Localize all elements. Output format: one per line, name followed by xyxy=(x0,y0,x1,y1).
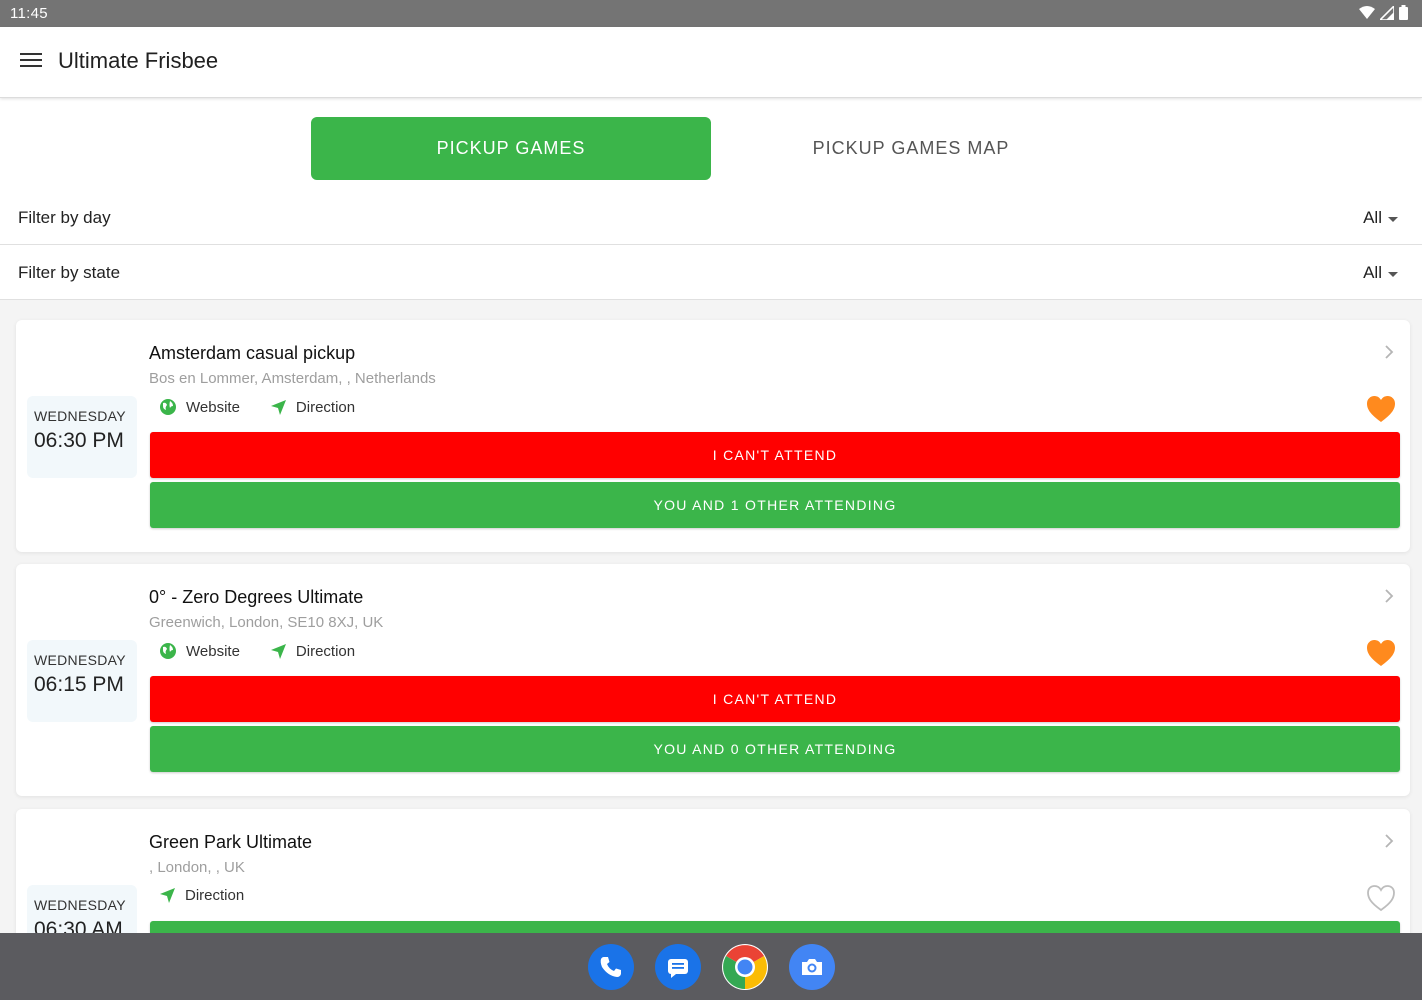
filter-by-day-value: All xyxy=(1363,208,1382,227)
filter-by-state-label: Filter by state xyxy=(18,263,121,282)
filter-by-day-label: Filter by day xyxy=(18,208,111,227)
app-title: Ultimate Frisbee xyxy=(58,48,219,73)
website-link[interactable]: Website xyxy=(159,642,240,660)
direction-label: Direction xyxy=(295,642,356,660)
globe-icon xyxy=(160,643,176,659)
cant-attend-button[interactable]: I CAN'T ATTEND xyxy=(150,432,1400,478)
game-address: Greenwich, London, SE10 8XJ, UK xyxy=(149,614,384,631)
game-card[interactable]: WEDNESDAY 06:30 PM Amsterdam casual pick… xyxy=(16,320,1410,552)
filter-by-day-dropdown[interactable]: All xyxy=(1363,208,1398,228)
caret-down-icon xyxy=(1388,216,1398,222)
filter-by-state-dropdown[interactable]: All xyxy=(1363,263,1398,283)
game-title: Green Park Ultimate xyxy=(149,832,313,852)
game-day: WEDNESDAY xyxy=(34,652,126,668)
game-date-box: WEDNESDAY 06:30 PM xyxy=(27,396,137,478)
game-address: , London, , UK xyxy=(149,859,245,876)
menu-icon[interactable] xyxy=(20,53,42,71)
filter-by-state-row[interactable]: Filter by state All xyxy=(0,246,1422,300)
game-card[interactable]: WEDNESDAY 06:15 PM 0° - Zero Degrees Ult… xyxy=(16,564,1410,796)
game-date-box: WEDNESDAY 06:30 AM xyxy=(27,885,137,933)
chevron-right-icon[interactable] xyxy=(1384,344,1394,360)
status-icons xyxy=(1359,5,1408,20)
cant-attend-button[interactable]: I CAN'T ATTEND xyxy=(150,676,1400,722)
navigation-arrow-icon xyxy=(270,399,286,415)
chevron-right-icon[interactable] xyxy=(1384,588,1394,604)
chevron-right-icon[interactable] xyxy=(1384,833,1394,849)
heart-icon[interactable] xyxy=(1366,639,1396,667)
system-dock xyxy=(0,933,1422,1000)
game-time: 06:30 PM xyxy=(34,429,124,452)
game-day: WEDNESDAY xyxy=(34,408,126,424)
tab-pickup-games-map[interactable]: PICKUP GAMES MAP xyxy=(711,117,1111,180)
chrome-icon[interactable] xyxy=(722,944,768,990)
game-title: 0° - Zero Degrees Ultimate xyxy=(149,587,364,607)
camera-icon[interactable] xyxy=(789,944,835,990)
globe-icon xyxy=(160,399,176,415)
filter-by-day-row[interactable]: Filter by day All xyxy=(0,191,1422,245)
direction-link[interactable]: Direction xyxy=(159,887,244,904)
filter-by-state-value: All xyxy=(1363,263,1382,282)
messages-icon[interactable] xyxy=(655,944,701,990)
game-time: 06:30 AM xyxy=(34,918,123,933)
game-title: Amsterdam casual pickup xyxy=(149,343,356,363)
navigation-arrow-icon xyxy=(270,643,286,659)
status-time: 11:45 xyxy=(10,5,48,22)
attending-button[interactable]: YOU AND 1 OTHER ATTENDING xyxy=(150,482,1400,528)
game-links: Website Direction xyxy=(159,642,385,660)
direction-link[interactable]: Direction xyxy=(270,643,355,660)
navigation-arrow-icon xyxy=(160,888,175,903)
app-bar: Ultimate Frisbee xyxy=(0,27,1422,98)
battery-icon xyxy=(1399,5,1408,20)
game-links: Website Direction xyxy=(159,398,385,416)
game-links: Direction xyxy=(159,887,274,904)
game-date-box: WEDNESDAY 06:15 PM xyxy=(27,640,137,722)
attending-button[interactable]: YOU AND 0 OTHER ATTENDING xyxy=(150,726,1400,772)
game-card[interactable]: WEDNESDAY 06:30 AM Green Park Ultimate ,… xyxy=(16,809,1410,933)
dock-apps xyxy=(588,944,835,990)
caret-down-icon xyxy=(1388,271,1398,277)
direction-link[interactable]: Direction xyxy=(270,399,355,416)
direction-label: Direction xyxy=(295,398,356,416)
website-label: Website xyxy=(186,398,240,416)
game-day: WEDNESDAY xyxy=(34,897,126,913)
phone-icon[interactable] xyxy=(588,944,634,990)
game-list: WEDNESDAY 06:30 PM Amsterdam casual pick… xyxy=(0,300,1422,933)
game-address: Bos en Lommer, Amsterdam, , Netherlands xyxy=(149,370,436,387)
website-link[interactable]: Website xyxy=(159,398,240,416)
signal-icon xyxy=(1380,5,1394,20)
attend-button[interactable] xyxy=(150,921,1400,933)
website-label: Website xyxy=(186,642,240,660)
status-bar: 11:45 xyxy=(0,0,1422,27)
tab-bar: PICKUP GAMES PICKUP GAMES MAP xyxy=(0,117,1422,181)
heart-icon[interactable] xyxy=(1366,395,1396,423)
heart-outline-icon[interactable] xyxy=(1366,884,1396,912)
game-time: 06:15 PM xyxy=(34,673,124,696)
direction-label: Direction xyxy=(185,887,245,904)
tab-pickup-games[interactable]: PICKUP GAMES xyxy=(311,117,711,180)
wifi-icon xyxy=(1359,5,1375,19)
